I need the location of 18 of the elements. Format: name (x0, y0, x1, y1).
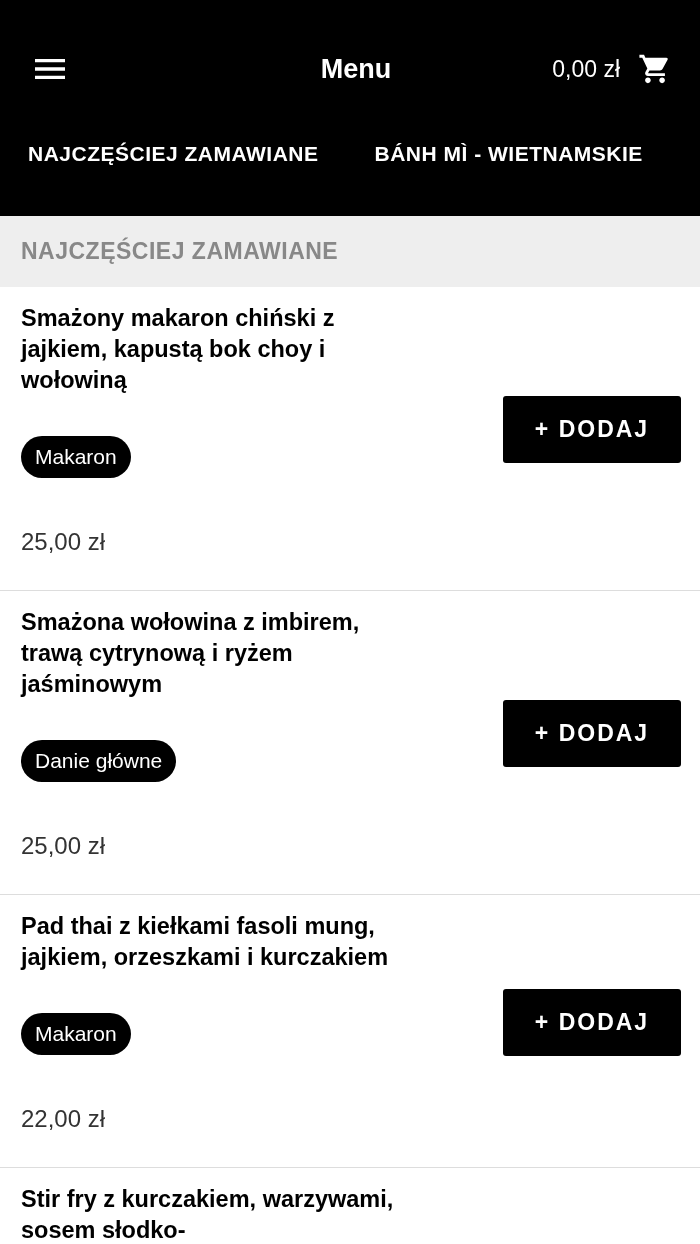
category-tag: Danie główne (21, 740, 177, 782)
section-header: NAJCZĘŚCIEJ ZAMAWIANE (0, 216, 700, 287)
dish-name: Pad thai z kiełkami fasoli mung, jajkiem, orzeszkami i kurczakiem (21, 912, 390, 972)
dish-price: 25,00 zł (21, 528, 106, 556)
dish-price: 22,00 zł (21, 1105, 106, 1133)
cart-total: 0,00 zł (552, 55, 620, 83)
category-tag: Makaron (21, 1013, 131, 1055)
add-button[interactable]: + DODAJ (503, 988, 681, 1056)
category-tag: Makaron (21, 436, 131, 478)
add-button[interactable]: + DODAJ (503, 700, 681, 767)
page-title: Menu (319, 53, 393, 85)
category-tab[interactable]: BÁNH MÌ - WIETNAMSKIE (374, 138, 643, 170)
dish-price: 25,00 zł (21, 832, 106, 860)
dish-name: Smażony makaron chiński z jajkiem, kapustą bok choy i wołowiną (21, 304, 336, 395)
add-button[interactable]: + DODAJ (503, 396, 681, 463)
dish-name: Smażona wołowina z imbirem, trawą cytrynową i ryżem jaśminowym (21, 608, 361, 699)
category-tab[interactable]: NAJCZĘŚCIEJ ZAMAWIANE (28, 138, 319, 170)
dish-name: Stir fry z kurczakiem, warzywami, sosem słodko- (21, 1185, 395, 1244)
